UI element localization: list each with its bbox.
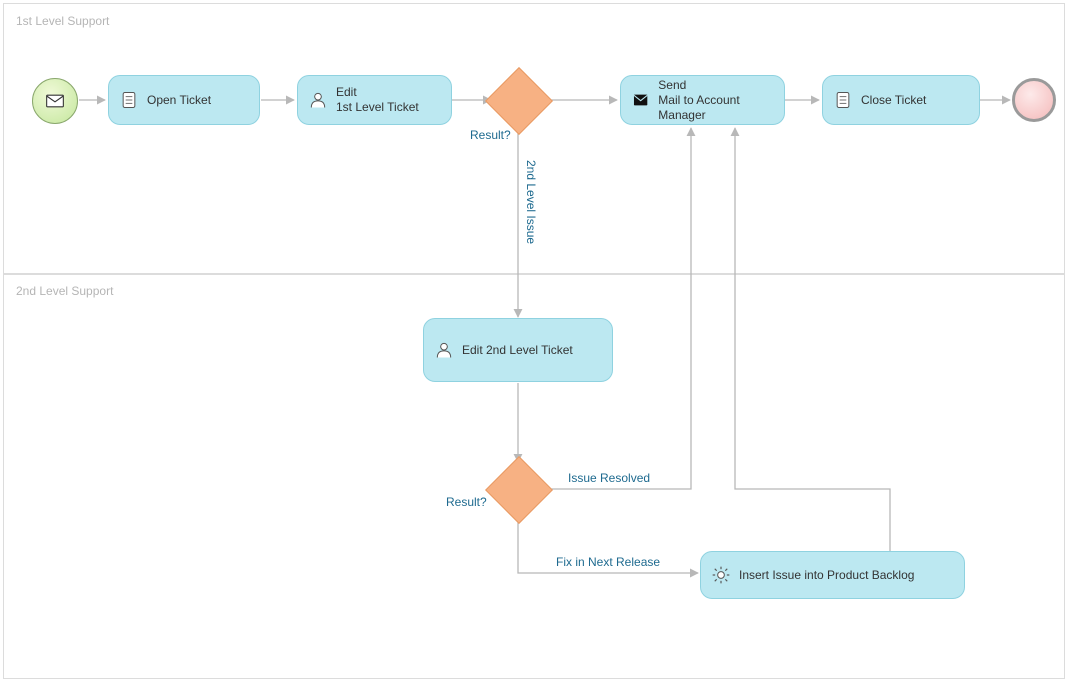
task-close-ticket[interactable]: Close Ticket bbox=[822, 75, 980, 125]
gateway-result-2-label: Result? bbox=[446, 495, 487, 509]
gateway-result-1-label: Result? bbox=[470, 128, 511, 142]
task-edit-1st-label: Edit 1st Level Ticket bbox=[336, 85, 419, 115]
end-event[interactable] bbox=[1012, 78, 1056, 122]
task-open-ticket-label: Open Ticket bbox=[147, 93, 211, 108]
task-edit-2nd-label: Edit 2nd Level Ticket bbox=[462, 343, 573, 358]
flow-label-2nd-level-issue: 2nd Level Issue bbox=[524, 160, 538, 244]
bpmn-canvas: 1st Level Support 2nd Level Support bbox=[0, 0, 1068, 684]
lane-2-label: 2nd Level Support bbox=[16, 284, 113, 298]
start-event-message[interactable] bbox=[32, 78, 78, 124]
person-icon bbox=[434, 340, 454, 360]
script-icon bbox=[833, 90, 853, 110]
task-close-ticket-label: Close Ticket bbox=[861, 93, 926, 108]
gear-icon bbox=[711, 565, 731, 585]
lane-1-label: 1st Level Support bbox=[16, 14, 109, 28]
task-open-ticket[interactable]: Open Ticket bbox=[108, 75, 260, 125]
task-edit-2nd[interactable]: Edit 2nd Level Ticket bbox=[423, 318, 613, 382]
flow-label-issue-resolved: Issue Resolved bbox=[568, 471, 650, 485]
task-insert-backlog-label: Insert Issue into Product Backlog bbox=[739, 568, 914, 583]
script-icon bbox=[119, 90, 139, 110]
person-icon bbox=[308, 90, 328, 110]
flow-label-fix-next: Fix in Next Release bbox=[556, 555, 660, 569]
task-send-mail-label: Send Mail to Account Manager bbox=[658, 78, 774, 123]
task-edit-1st[interactable]: Edit 1st Level Ticket bbox=[297, 75, 452, 125]
task-send-mail[interactable]: Send Mail to Account Manager bbox=[620, 75, 785, 125]
envelope-filled-icon bbox=[631, 92, 650, 108]
task-insert-backlog[interactable]: Insert Issue into Product Backlog bbox=[700, 551, 965, 599]
envelope-icon bbox=[42, 91, 68, 111]
